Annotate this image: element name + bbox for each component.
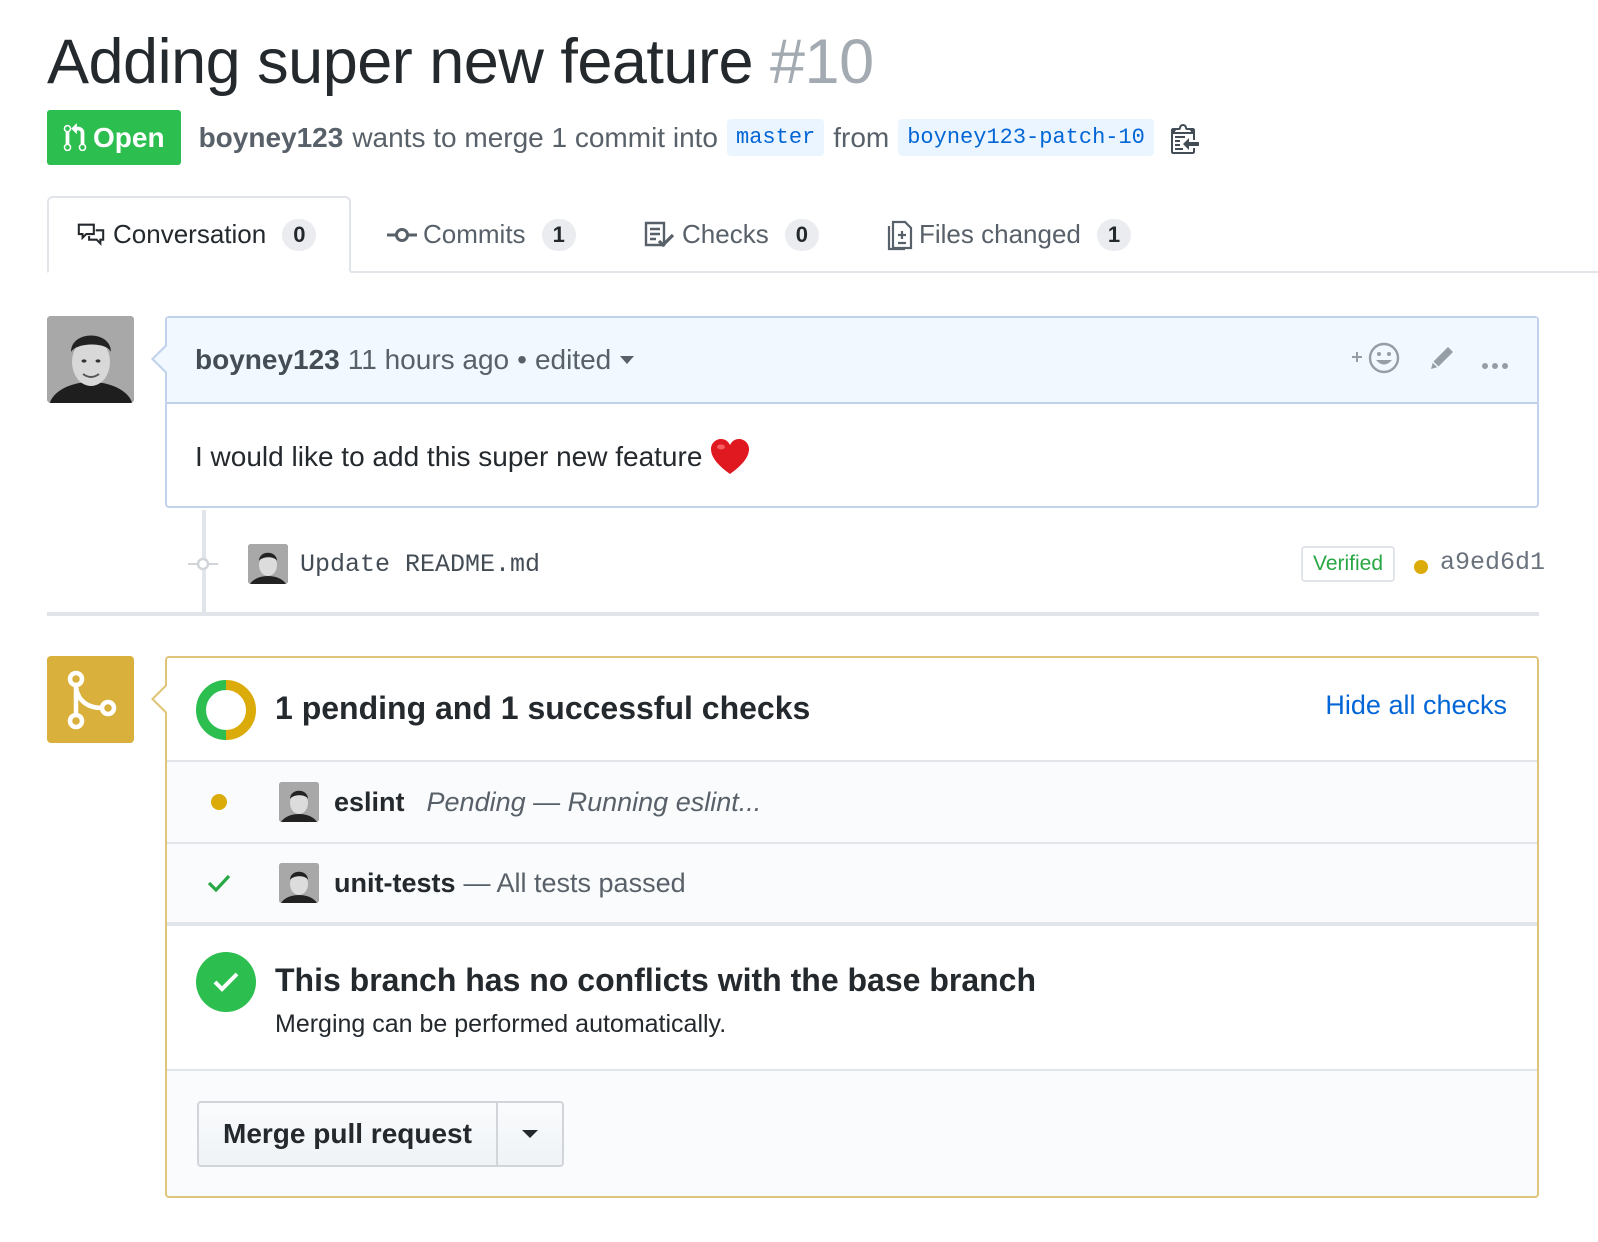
hide-all-checks-link[interactable]: Hide all checks xyxy=(1325,690,1507,721)
conflict-subtitle: Merging can be performed automatically. xyxy=(275,1010,727,1038)
merge-method-dropdown[interactable] xyxy=(497,1101,564,1167)
tab-counter: 1 xyxy=(1096,218,1132,251)
tab-checks[interactable]: Checks 0 xyxy=(644,196,819,273)
triangle-down-icon xyxy=(620,356,635,364)
commit-status-dot[interactable] xyxy=(1414,560,1428,574)
merge-status-icon-box xyxy=(47,656,134,743)
head-branch-label[interactable]: boyney123-patch-10 xyxy=(898,119,1154,156)
comment-actions xyxy=(1349,318,1509,404)
comment-header: boyney123 11 hours ago • edited xyxy=(167,318,1537,404)
tab-counter: 0 xyxy=(282,218,317,251)
pr-description-comment: boyney123 11 hours ago • edited I would … xyxy=(151,316,1539,510)
add-reaction-icon[interactable] xyxy=(1349,341,1403,382)
tab-counter: 0 xyxy=(784,218,819,251)
heart-emoji-icon xyxy=(710,438,750,476)
comment-edited-dropdown[interactable]: edited xyxy=(535,344,635,376)
pr-meta: Open boyney123 wants to merge 1 commit i… xyxy=(47,110,1199,165)
git-pull-request-icon xyxy=(63,122,87,151)
checks-summary: 1 pending and 1 successful checks Hide a… xyxy=(167,658,1537,762)
commit-author-avatar[interactable] xyxy=(248,544,288,584)
check-avatar xyxy=(279,863,319,903)
commit-row: Update README.md Verified a9ed6d1 xyxy=(188,540,1545,588)
check-status xyxy=(167,873,279,893)
check-description: — All tests passed xyxy=(463,867,686,898)
commit-sha-link[interactable]: a9ed6d1 xyxy=(1440,548,1545,577)
comment-discussion-icon xyxy=(75,220,107,250)
conflict-status: This branch has no conflicts with the ba… xyxy=(167,930,1537,1071)
pr-author-link[interactable]: boyney123 xyxy=(199,122,344,154)
tab-label: Checks xyxy=(682,219,769,249)
check-status xyxy=(167,794,279,810)
merge-pull-request-button[interactable]: Merge pull request xyxy=(197,1101,498,1167)
author-avatar[interactable] xyxy=(47,316,134,403)
edited-label: edited xyxy=(534,344,612,375)
check-icon xyxy=(207,874,231,893)
check-name: unit-tests xyxy=(334,867,456,898)
tab-commits[interactable]: Commits 1 xyxy=(387,196,576,273)
checklist-icon xyxy=(644,221,676,249)
comment-text: I would like to add this super new featu… xyxy=(195,441,703,472)
pending-dot-icon xyxy=(211,794,227,810)
comment-separator: • xyxy=(517,344,527,375)
clippy-icon[interactable] xyxy=(1170,122,1199,154)
diff-icon xyxy=(887,219,913,251)
check-avatar xyxy=(279,782,319,822)
pencil-icon[interactable] xyxy=(1427,343,1457,380)
tab-label: Commits xyxy=(423,219,526,249)
triangle-down-icon xyxy=(521,1130,538,1138)
pr-state-badge: Open xyxy=(47,110,181,165)
checks-progress-ring xyxy=(196,680,256,745)
pr-title-text: Adding super new feature xyxy=(47,27,753,97)
git-commit-icon xyxy=(387,227,417,243)
pr-state-label: Open xyxy=(93,121,165,153)
check-name: eslint xyxy=(334,786,405,817)
tab-files-changed[interactable]: Files changed 1 xyxy=(887,196,1132,273)
from-text: from xyxy=(833,121,890,153)
tab-label: Conversation xyxy=(113,219,267,249)
git-merge-icon xyxy=(67,670,116,729)
commit-message-link[interactable]: Update README.md xyxy=(300,550,540,579)
merge-button-group: Merge pull request xyxy=(197,1101,564,1167)
comment-timestamp[interactable]: 11 hours ago xyxy=(348,344,509,376)
tab-conversation[interactable]: Conversation 0 xyxy=(47,196,351,273)
check-item-unit-tests: unit-tests — All tests passed xyxy=(167,844,1537,926)
verified-badge[interactable]: Verified xyxy=(1301,546,1396,582)
kebab-horizontal-icon[interactable] xyxy=(1481,345,1509,377)
comment-author-link[interactable]: boyney123 xyxy=(195,344,340,376)
git-commit-bullet-icon xyxy=(188,557,218,571)
check-circle-icon xyxy=(196,952,256,1012)
checks-summary-title: 1 pending and 1 successful checks xyxy=(275,690,811,726)
merge-actions: Merge pull request xyxy=(167,1071,1537,1196)
pr-number: #10 xyxy=(770,27,874,97)
check-item-eslint: eslint Pending — Running eslint... xyxy=(167,762,1537,844)
merge-box: 1 pending and 1 successful checks Hide a… xyxy=(151,656,1539,1198)
conflict-title: This branch has no conflicts with the ba… xyxy=(275,962,1037,998)
merge-description: wants to merge 1 commit into xyxy=(352,121,719,153)
timeline-divider xyxy=(47,612,1539,616)
check-description: Pending — Running eslint... xyxy=(426,786,762,817)
pr-title: Adding super new feature #10 xyxy=(47,26,874,98)
comment-body: I would like to add this super new featu… xyxy=(167,404,1537,510)
tab-label: Files changed xyxy=(919,219,1081,249)
tab-counter: 1 xyxy=(541,218,576,251)
pr-tabs: Conversation 0 Commits 1 Checks 0 Files … xyxy=(47,196,1598,273)
base-branch-label[interactable]: master xyxy=(727,119,825,156)
